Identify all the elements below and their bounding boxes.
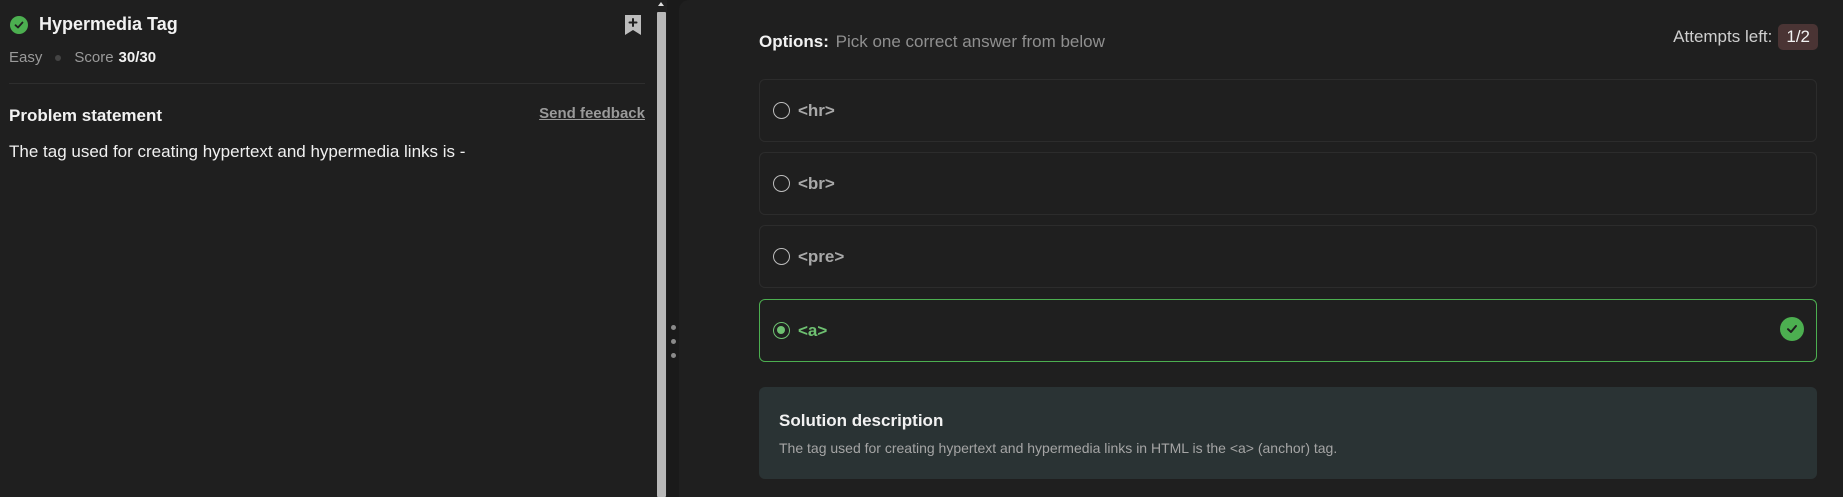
options-header: Options: Pick one correct answer from be…	[759, 32, 1105, 52]
left-panel-scrollbar[interactable]	[656, 0, 667, 497]
separator-dot	[55, 54, 62, 61]
drag-handle-dot	[671, 325, 676, 330]
problem-statement-text: The tag used for creating hypertext and …	[9, 142, 466, 161]
radio-button[interactable]	[773, 102, 790, 119]
options-label: Options:	[759, 32, 829, 51]
solution-title: Solution description	[779, 411, 944, 430]
options-instruction: Pick one correct answer from below	[835, 32, 1105, 51]
panel-resize-handle[interactable]	[667, 0, 679, 497]
difficulty-label: Easy	[9, 49, 43, 66]
option-hr[interactable]: <hr>	[759, 79, 1817, 142]
app-root: Hypermedia Tag Easy Score 30/30 Problem …	[0, 0, 1843, 497]
correct-check-icon	[1780, 317, 1804, 341]
problem-panel: Hypermedia Tag Easy Score 30/30 Problem …	[0, 0, 656, 497]
attempts-label: Attempts left:	[1673, 27, 1773, 46]
bookmark-add-icon[interactable]	[623, 13, 643, 37]
check-circle-icon	[10, 15, 28, 34]
attempts-badge: 1/2	[1778, 24, 1818, 50]
solution-text: The tag used for creating hypertext and …	[779, 440, 1338, 456]
problem-title: Hypermedia Tag	[39, 14, 178, 34]
option-a[interactable]: <a>	[759, 299, 1817, 362]
solution-description-box: Solution description The tag used for cr…	[759, 387, 1817, 479]
option-label: <br>	[798, 173, 835, 193]
option-label: <hr>	[798, 100, 835, 120]
drag-handle-dot	[671, 353, 676, 358]
option-pre[interactable]: <pre>	[759, 225, 1817, 288]
send-feedback-link[interactable]: Send feedback	[539, 105, 645, 122]
attempts-indicator: Attempts left: 1/2	[1673, 24, 1818, 50]
divider	[9, 83, 645, 84]
radio-button-selected[interactable]	[773, 322, 790, 339]
problem-meta: Easy Score 30/30	[9, 49, 156, 66]
scrollbar-thumb[interactable]	[657, 12, 666, 497]
problem-title-row: Hypermedia Tag	[10, 14, 178, 35]
score-label: Score	[74, 49, 114, 66]
option-label: <a>	[798, 320, 828, 340]
radio-button[interactable]	[773, 248, 790, 265]
options-panel: Options: Pick one correct answer from be…	[679, 0, 1843, 497]
score-value: 30/30	[118, 49, 157, 66]
option-br[interactable]: <br>	[759, 152, 1817, 215]
drag-handle-dot	[671, 339, 676, 344]
option-label: <pre>	[798, 246, 845, 266]
radio-button[interactable]	[773, 175, 790, 192]
scroll-up-arrow-icon[interactable]	[658, 2, 664, 6]
problem-statement-heading: Problem statement	[9, 106, 163, 125]
